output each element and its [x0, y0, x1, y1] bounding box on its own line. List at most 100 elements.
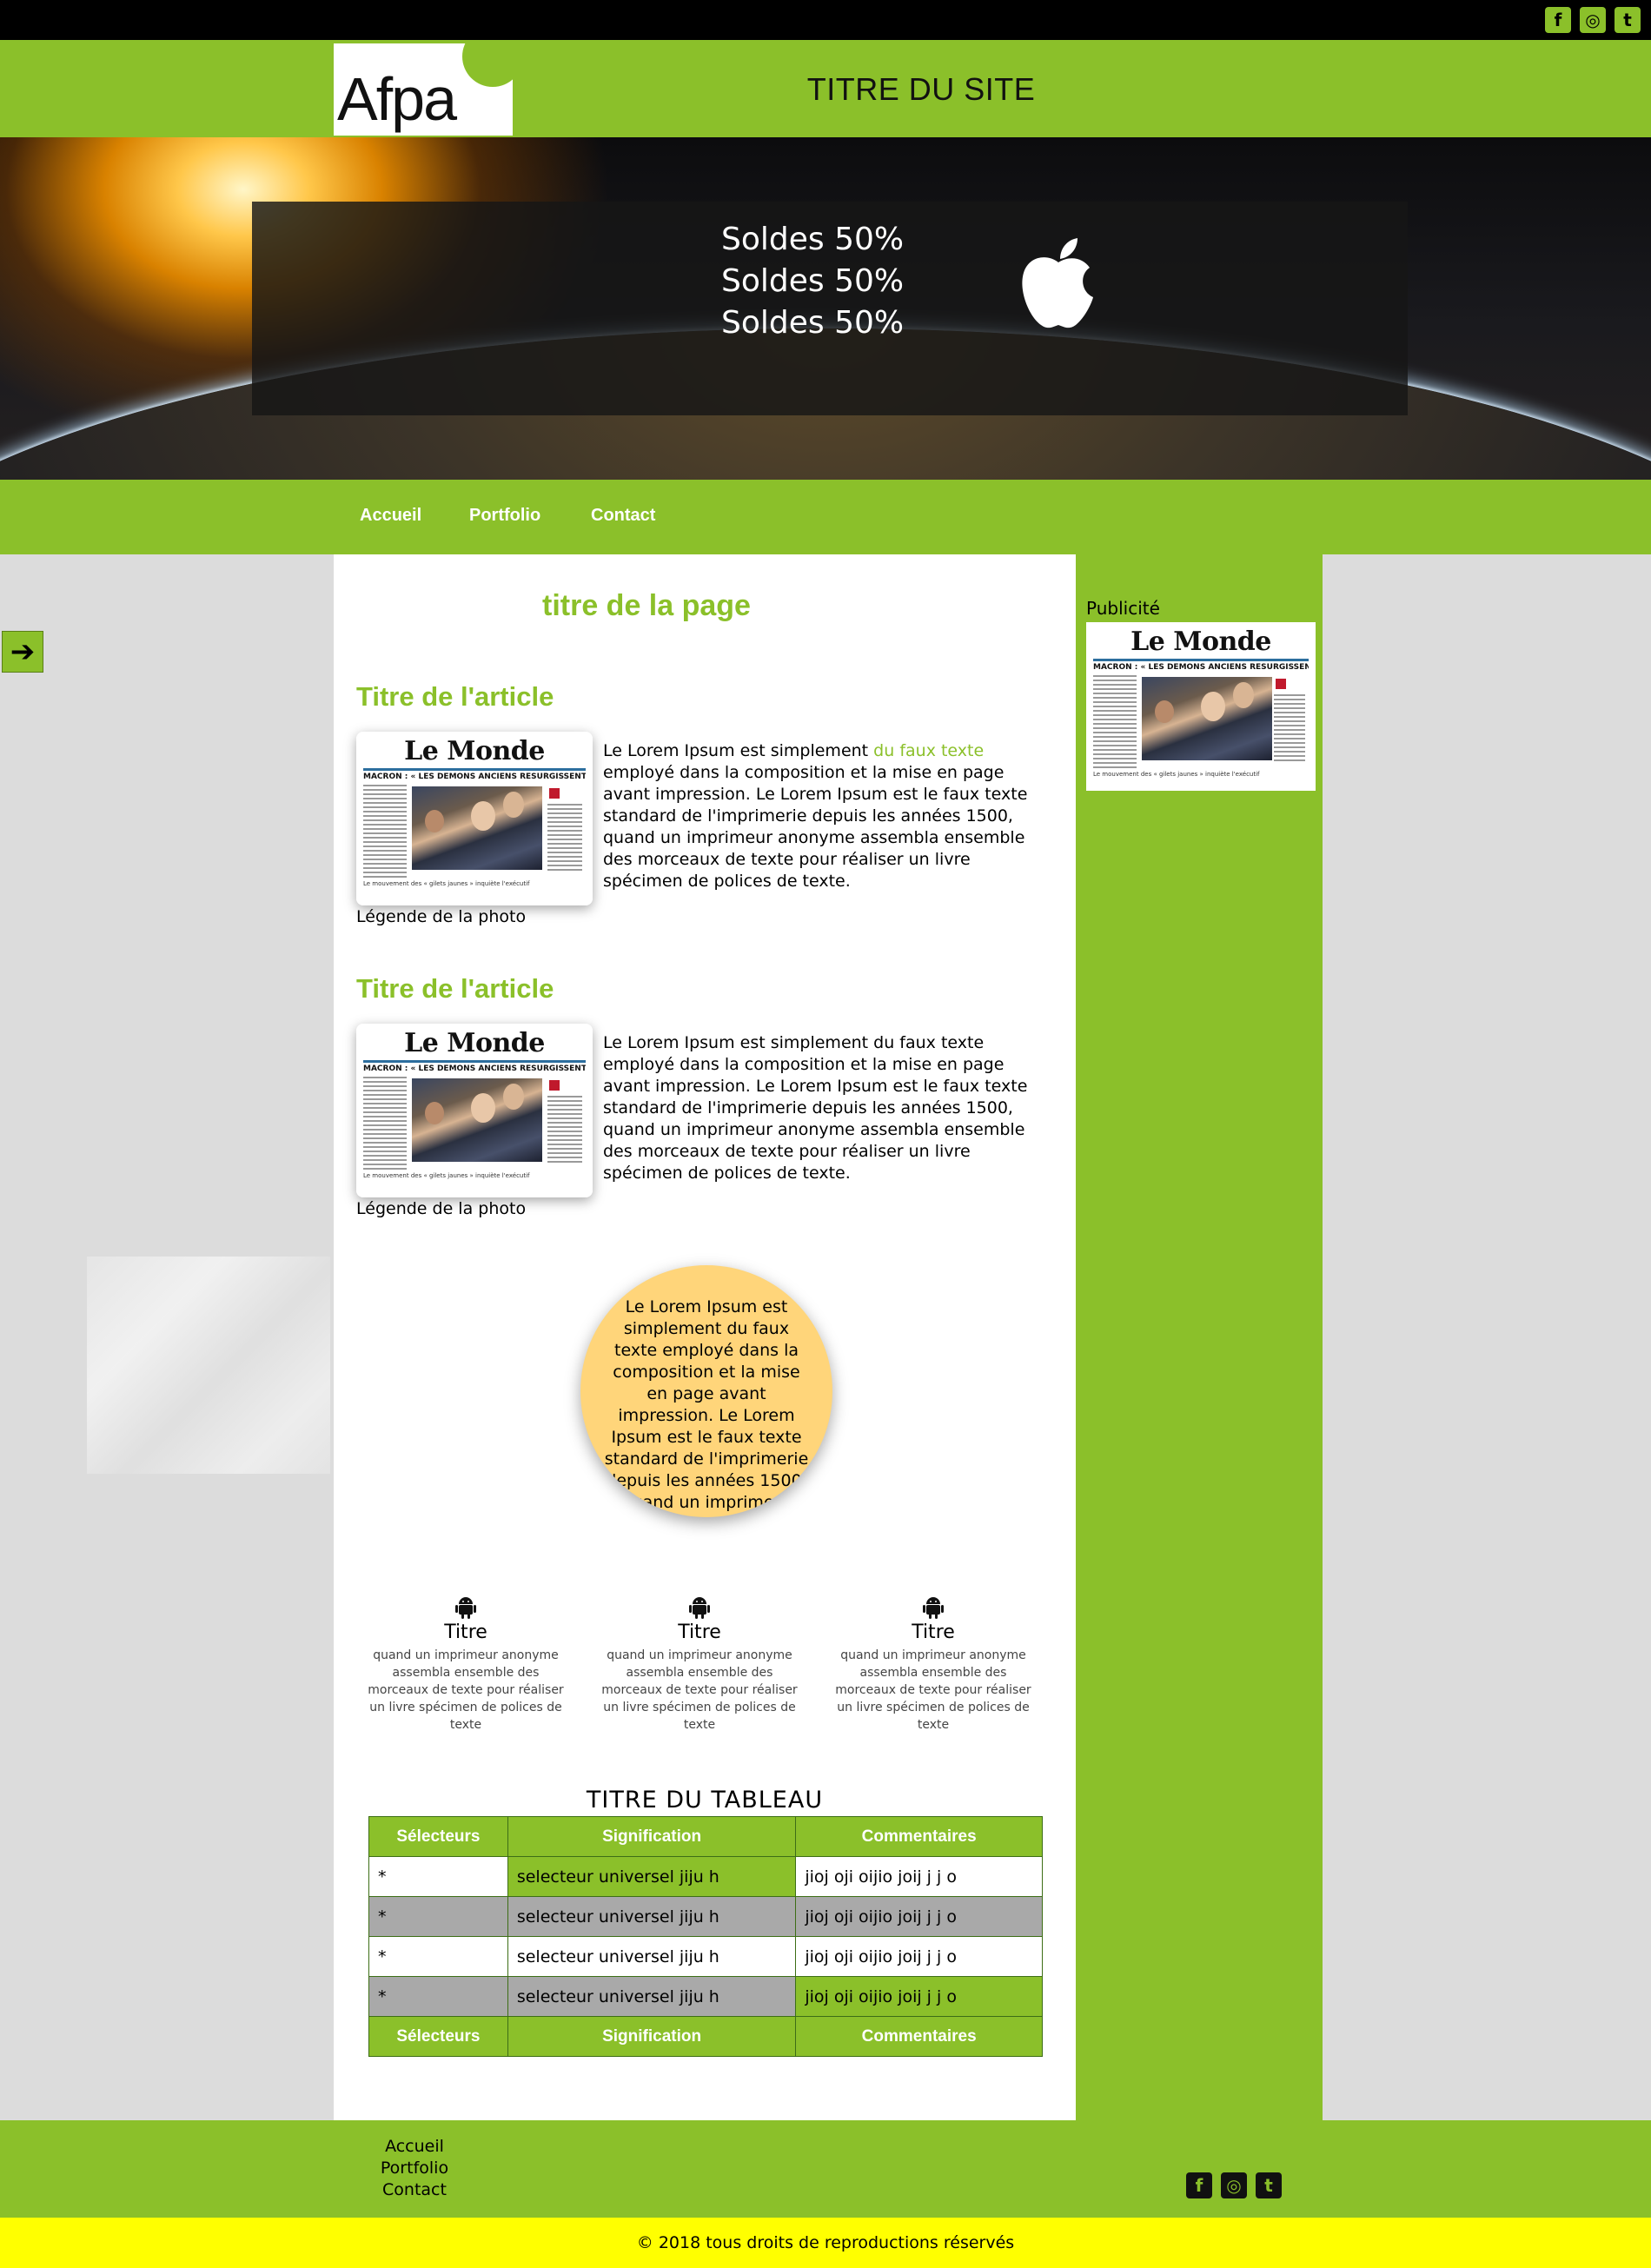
table-cell: selecteur universel jiju h: [507, 1896, 797, 1937]
footer-social-links: f ◎ t: [1186, 2172, 1282, 2198]
instagram-icon[interactable]: ◎: [1580, 7, 1606, 33]
twitter-icon[interactable]: t: [1256, 2172, 1282, 2198]
nav-contact[interactable]: Contact: [591, 506, 655, 526]
newspaper-headline: MACRON : « LES DÉMONS ANCIENS RESURGISSE…: [363, 1064, 586, 1073]
apple-icon: [1022, 238, 1093, 328]
newspaper-headline: MACRON : « LES DÉMONS ANCIENS RESURGISSE…: [363, 773, 586, 781]
promo-line: Soldes 50%: [721, 263, 905, 299]
newspaper-footer: Le mouvement des « gilets jaunes » inqui…: [1093, 771, 1260, 778]
feature-text: quand un imprimeur anonyme assembla ense…: [835, 1648, 1031, 1732]
newspaper-headline: MACRON : « LES DÉMONS ANCIENS RESURGISSE…: [1093, 663, 1309, 672]
newspaper-column: [1274, 694, 1305, 764]
page: f ◎ t Afpa TITRE DU SITE Soldes 50% Sold…: [0, 0, 1651, 2268]
photo-face: [503, 1083, 524, 1110]
sidebar-ad: Publicité Le Monde MACRON : « LES DÉMONS…: [1076, 554, 1323, 2120]
newspaper-thumbnail: Le Monde MACRON : « LES DÉMONS ANCIENS R…: [1086, 622, 1316, 791]
footer-link-contact[interactable]: Contact: [374, 2179, 455, 2201]
top-bar: f ◎ t: [0, 0, 1651, 40]
article-text-rest: employé dans la composition et la mise e…: [603, 763, 1028, 826]
footer-link-accueil[interactable]: Accueil: [374, 2136, 455, 2158]
circle-callout: Le Lorem Ipsum est simplement du faux te…: [580, 1265, 832, 1517]
table-row: * selecteur universel jiju h jioj oji oi…: [368, 1976, 1043, 2017]
article-text: Le Lorem Ipsum est simplement du faux te…: [603, 1032, 1055, 1184]
newspaper-footer: Le mouvement des « gilets jaunes » inqui…: [363, 1172, 530, 1179]
ad-image[interactable]: Le Monde MACRON : « LES DÉMONS ANCIENS R…: [1086, 622, 1316, 791]
facebook-icon[interactable]: f: [1186, 2172, 1212, 2198]
newspaper-column: [363, 1077, 407, 1170]
newspaper-body: [1093, 675, 1309, 769]
photo-face: [1155, 700, 1174, 723]
arrow-right-icon[interactable]: ➔: [2, 631, 43, 673]
circle-text: Le Lorem Ipsum est simplement du faux te…: [604, 1297, 809, 1517]
feature-card: Titre quand un imprimeur anonyme assembl…: [829, 1594, 1038, 1734]
table-cell: selecteur universel jiju h: [507, 1976, 797, 2017]
newspaper-rule: [1093, 659, 1309, 661]
paper-texture: [87, 1257, 330, 1474]
feature-text: quand un imprimeur anonyme assembla ense…: [601, 1648, 798, 1732]
promo-box[interactable]: Soldes 50% Soldes 50% Soldes 50%: [252, 202, 1408, 415]
table-header-cell: Signification: [507, 1816, 797, 1857]
newspaper-red-marker: [549, 788, 560, 799]
article-link[interactable]: du faux texte: [873, 741, 984, 760]
newspaper-column: [363, 785, 407, 879]
photo-face: [425, 1101, 444, 1124]
newspaper-body: [363, 1077, 586, 1170]
table-cell: *: [368, 1856, 508, 1897]
newspaper-footer: Le mouvement des « gilets jaunes » inqui…: [363, 880, 530, 887]
photo-face: [425, 809, 444, 832]
newspaper-masthead: Le Monde: [1131, 627, 1271, 657]
footer-link-portfolio[interactable]: Portfolio: [374, 2158, 455, 2179]
logo-text: Afpa: [337, 65, 457, 133]
table-cell: *: [368, 1976, 508, 2017]
instagram-icon[interactable]: ◎: [1221, 2172, 1247, 2198]
table-cell: jioj oji oijio joij j j o: [795, 1976, 1043, 2017]
newspaper-column: [547, 1096, 582, 1165]
newspaper-column: [1093, 675, 1137, 769]
article-text-second: quand un imprimeur anonyme assembla ense…: [603, 828, 1025, 891]
android-icon: [689, 1597, 710, 1619]
site-header: Afpa TITRE DU SITE: [0, 40, 1651, 137]
newspaper-photo: [1142, 677, 1272, 760]
main-nav: Accueil Portfolio Contact: [0, 480, 1651, 554]
table-row: * selecteur universel jiju h jioj oji oi…: [368, 1856, 1043, 1897]
photo-face: [470, 801, 495, 832]
nav-portfolio[interactable]: Portfolio: [469, 506, 540, 526]
main-content: titre de la page Titre de l'article Le M…: [334, 554, 1076, 2120]
table-header-row: Sélecteurs Signification Commentaires: [368, 1816, 1043, 1857]
table-cell: jioj oji oijio joij j j o: [795, 1896, 1043, 1937]
article-photo[interactable]: Le Monde MACRON : « LES DÉMONS ANCIENS R…: [356, 732, 593, 905]
table-cell: *: [368, 1896, 508, 1937]
table-cell: jioj oji oijio joij j j o: [795, 1936, 1043, 1977]
site-title: TITRE DU SITE: [806, 71, 1036, 107]
article-text-first: Le Lorem Ipsum est simplement du faux te…: [603, 1033, 1028, 1117]
nav-accueil[interactable]: Accueil: [360, 506, 421, 526]
article-text-start: Le Lorem Ipsum est simplement: [603, 741, 874, 760]
newspaper-photo: [412, 1078, 542, 1162]
newspaper-red-marker: [1276, 679, 1286, 689]
newspaper-thumbnail: Le Monde MACRON : « LES DÉMONS ANCIENS R…: [356, 1024, 593, 1197]
photo-caption: Légende de la photo: [356, 907, 527, 926]
table-header-cell: Sélecteurs: [368, 1816, 508, 1857]
promo-lines: Soldes 50% Soldes 50% Soldes 50%: [721, 219, 982, 344]
feature-title: Titre: [912, 1621, 955, 1643]
article-photo[interactable]: Le Monde MACRON : « LES DÉMONS ANCIENS R…: [356, 1024, 593, 1197]
photo-face: [1233, 681, 1254, 708]
newspaper-masthead: Le Monde: [404, 1028, 545, 1058]
feature-text: quand un imprimeur anonyme assembla ense…: [368, 1648, 564, 1732]
table-footer-cell: Commentaires: [795, 2016, 1043, 2057]
twitter-icon[interactable]: t: [1615, 7, 1641, 33]
afpa-logo[interactable]: Afpa: [334, 43, 513, 136]
table-cell: jioj oji oijio joij j j o: [795, 1856, 1043, 1897]
facebook-icon[interactable]: f: [1545, 7, 1571, 33]
footer-nav: Accueil Portfolio Contact: [374, 2136, 455, 2201]
photo-face: [470, 1093, 495, 1124]
feature-title: Titre: [444, 1621, 487, 1643]
newspaper-rule: [363, 768, 586, 771]
site-footer: Accueil Portfolio Contact f ◎ t: [0, 2120, 1651, 2218]
logo-dot: [462, 43, 513, 87]
photo-face: [1200, 692, 1225, 722]
table-footer-cell: Sélecteurs: [368, 2016, 508, 2057]
copyright-bar: © 2018 tous droits de reproductions rése…: [0, 2218, 1651, 2268]
article-title: Titre de l'article: [356, 681, 554, 712]
newspaper-column: [547, 804, 582, 873]
